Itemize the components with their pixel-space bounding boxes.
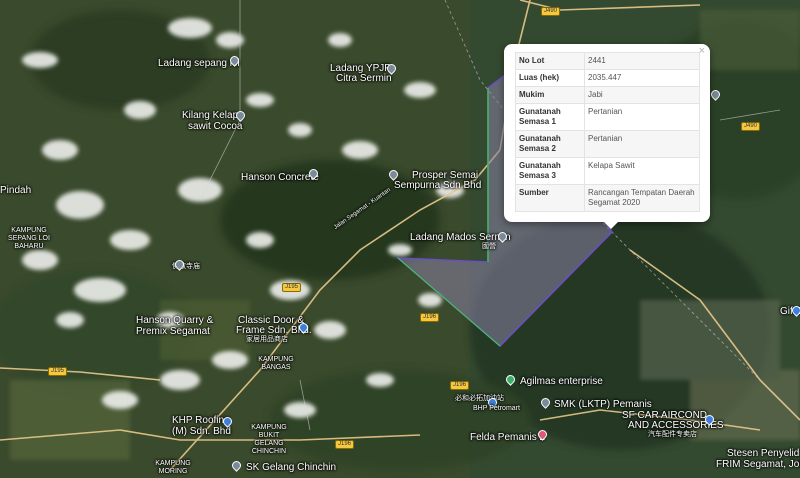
place-label: (M) Sdn. Bhd: [172, 426, 231, 437]
place-label: Premix Segamat: [136, 326, 210, 337]
place-label: Citra Sermin: [336, 73, 392, 84]
lot-info-key: Mukim: [515, 86, 585, 104]
place-label: Felda Pemanis 2: [470, 432, 546, 443]
place-label: Agilmas enterprise: [520, 376, 603, 387]
lot-info-key: No Lot: [515, 52, 585, 70]
road-shield: J196: [450, 381, 470, 390]
road-shield: J196: [335, 440, 355, 449]
place-label: KAMPUNG BANGAS: [258, 356, 294, 371]
place-label: Hanson Quarry &: [136, 315, 214, 326]
lot-info-value: 2035.447: [584, 69, 700, 87]
place-label: Ladang Mados Sermin: [410, 232, 511, 243]
road-shield: J490: [541, 7, 561, 16]
lot-info-table: No Lot 2441 Luas (hek) 2035.447 Mukim Jabi Gun…: [515, 52, 700, 212]
place-label: sawit Cocoa: [188, 121, 243, 132]
place-label: KAMPUNG SEPANG LOI BAHARU: [8, 227, 50, 250]
lot-info-row: Gunatanah Semasa 2 Pertanian: [515, 130, 700, 158]
lot-info-row: No Lot 2441: [515, 52, 700, 70]
place-label: Ladang sepang loi: [158, 58, 240, 69]
road-shield: J195: [48, 367, 68, 376]
place-label: FRIM Segamat, Johor: [716, 459, 800, 470]
lot-info-row: Gunatanah Semasa 3 Kelapa Sawit: [515, 157, 700, 185]
road-shield: J490: [741, 122, 761, 131]
lot-info-value: 2441: [584, 52, 700, 70]
lot-info-value: Rancangan Tempatan Daerah Segamat 2020: [584, 184, 700, 212]
lot-info-key: Luas (hek): [515, 69, 585, 87]
place-label: 國營: [482, 243, 496, 250]
place-label: 汽车配件专卖店: [648, 431, 697, 438]
lot-info-key: Gunatanah Semasa 2: [515, 130, 585, 158]
place-label: SMK (LKTP) Pemanis: [554, 399, 652, 410]
lot-info-row: Mukim Jabi: [515, 86, 700, 104]
satellite-map[interactable]: Ladang sepang loi Ladang YPJP Citra Serm…: [0, 0, 800, 478]
place-label: Kilang Kelapa: [182, 110, 244, 121]
place-label: KAMPUNG BUKIT GELANG CHINCHIN: [251, 424, 287, 455]
road-shield: J195: [282, 283, 302, 292]
lot-info-row: Gunatanah Semasa 1 Pertanian: [515, 103, 700, 131]
lot-info-row: Sumber Rancangan Tempatan Daerah Segamat …: [515, 184, 700, 212]
lot-info-popup: × No Lot 2441 Luas (hek) 2035.447 Mukim Jabi G…: [504, 44, 710, 229]
lot-info-value: Pertanian: [584, 103, 700, 131]
place-label: SK Gelang Chinchin: [246, 462, 337, 473]
place-label: BHP Petromart: [473, 405, 520, 412]
road-shield: J196: [420, 313, 440, 322]
lot-info-value: Pertanian: [584, 130, 700, 158]
place-label: KAMPUNG MORING: [155, 460, 191, 475]
place-label: Hanson Concrete: [241, 172, 319, 183]
lot-info-value: Kelapa Sawit: [584, 157, 700, 185]
lot-info-key: Sumber: [515, 184, 585, 212]
place-label: KHP Roofing: [172, 415, 230, 426]
lot-info-row: Luas (hek) 2035.447: [515, 69, 700, 87]
place-label: 家居用品商店: [246, 336, 288, 343]
popup-tail: [604, 222, 618, 229]
place-label: Sempurna Sdn Bhd: [394, 180, 482, 191]
lot-info-key: Gunatanah Semasa 3: [515, 157, 585, 185]
lot-info-value: Jabi: [584, 86, 700, 104]
place-label: Pindah: [0, 185, 32, 196]
lot-info-key: Gunatanah Semasa 1: [515, 103, 585, 131]
place-label: Stesen Penyelidikan: [727, 448, 800, 459]
